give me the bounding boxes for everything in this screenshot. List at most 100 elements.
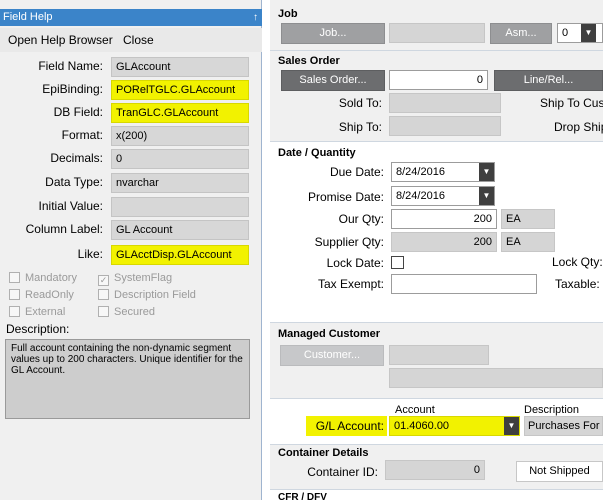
our-qty-field[interactable]: 200 [391, 209, 497, 229]
due-date-value: 8/24/2016 [396, 166, 445, 178]
due-date-label: Due Date: [329, 165, 384, 179]
field-name-label: Field Name: [38, 59, 103, 73]
sold-to-field[interactable] [389, 93, 501, 113]
supplier-qty-field: 200 [391, 232, 497, 252]
mandatory-checkbox[interactable]: Mandatory [9, 272, 77, 286]
container-id-field: 0 [385, 460, 485, 480]
due-date-field[interactable]: 8/24/2016 ▼ [391, 162, 495, 182]
external-label: External [25, 306, 66, 318]
mandatory-label: Mandatory [25, 272, 77, 284]
field-help-menu: Open Help Browser Close [0, 28, 262, 52]
format-label: Format: [61, 128, 103, 142]
column-label-label: Column Label: [25, 222, 103, 236]
job-section-title: Job [278, 8, 298, 20]
secured-checkbox[interactable]: Secured [98, 306, 155, 320]
lock-date-label: Lock Date: [326, 256, 384, 270]
taxable-label: Taxable: [555, 277, 600, 291]
open-help-browser-button[interactable]: Open Help Browser [8, 28, 113, 52]
gl-description-field: Purchases For J [524, 416, 603, 436]
field-help-titlebar: Field Help ↑ [0, 9, 262, 26]
chevron-down-icon[interactable]: ▼ [479, 187, 494, 205]
container-details-section-title: Container Details [278, 447, 369, 459]
decimals-row: Decimals: 0 [0, 149, 262, 169]
read-only-checkbox-box [9, 289, 20, 300]
line-rel-button[interactable]: Line/Rel... [494, 70, 603, 91]
next-section-title: CFR / DFV [278, 492, 327, 503]
tax-exempt-label: Tax Exempt: [317, 277, 384, 291]
section-divider [270, 141, 603, 142]
sales-order-field[interactable]: 0 [389, 70, 488, 90]
drop-ship-label: Drop Ship [554, 120, 603, 134]
description-field-checkbox-box [98, 289, 109, 300]
chevron-down-icon[interactable]: ▼ [581, 24, 596, 42]
customer-name-field [389, 368, 603, 388]
epibinding-value: PORelTGLC.GLAccount [111, 80, 249, 100]
read-only-label: ReadOnly [25, 289, 74, 301]
data-type-value: nvarchar [111, 173, 249, 193]
supplier-qty-label: Supplier Qty: [314, 235, 384, 249]
customer-button[interactable]: Customer... [280, 345, 384, 366]
section-divider [270, 398, 603, 399]
job-number-field[interactable] [389, 23, 485, 43]
data-type-row: Data Type: nvarchar [0, 173, 262, 193]
chevron-down-icon[interactable]: ▼ [479, 163, 494, 181]
system-flag-checkbox[interactable]: ✓ SystemFlag [98, 272, 172, 286]
gl-account-value: 01.4060.00 [394, 420, 450, 432]
secured-label: Secured [114, 306, 155, 318]
initial-value-row: Initial Value: [0, 197, 262, 217]
column-label-row: Column Label: GL Account [0, 220, 262, 240]
db-field-value: TranGLC.GLAccount [111, 103, 249, 123]
promise-date-label: Promise Date: [307, 190, 384, 204]
promise-date-field[interactable]: 8/24/2016 ▼ [391, 186, 495, 206]
lock-qty-label: Lock Qty: [552, 255, 603, 269]
gl-account-label: G/L Account: [306, 416, 387, 436]
external-checkbox-box [9, 306, 20, 317]
account-column-header: Account [395, 404, 435, 416]
asm-button[interactable]: Asm... [490, 23, 552, 44]
ship-to-field[interactable] [389, 116, 501, 136]
asm-select[interactable]: 0 ▼ [557, 23, 603, 43]
lock-date-checkbox[interactable] [391, 256, 404, 269]
ship-to-customer-label: Ship To Cus [540, 96, 603, 110]
initial-value-label: Initial Value: [38, 199, 103, 213]
check-mark-icon: ✓ [98, 275, 109, 286]
epibinding-label: EpiBinding: [42, 82, 103, 96]
chevron-down-icon[interactable]: ▼ [504, 417, 519, 435]
job-button[interactable]: Job... [281, 23, 385, 44]
field-help-panel: Field Help ↑ Open Help Browser Close Fie… [0, 0, 262, 500]
field-help-title: Field Help [3, 11, 53, 23]
db-field-label: DB Field: [53, 105, 103, 119]
container-id-label: Container ID: [307, 465, 378, 479]
format-value: x(200) [111, 126, 249, 146]
external-checkbox[interactable]: External [9, 306, 65, 320]
purchase-order-form: Job Job... Asm... 0 ▼ Sales Order Sales … [270, 0, 603, 503]
pin-icon[interactable]: ↑ [253, 9, 258, 26]
format-row: Format: x(200) [0, 126, 262, 146]
description-field-checkbox[interactable]: Description Field [98, 289, 196, 303]
managed-customer-section-title: Managed Customer [278, 328, 381, 340]
initial-value-value [111, 197, 249, 217]
column-label-value: GL Account [111, 220, 249, 240]
data-type-label: Data Type: [45, 175, 103, 189]
section-divider [270, 489, 603, 490]
epibinding-row: EpiBinding: PORelTGLC.GLAccount [0, 80, 262, 100]
like-label: Like: [77, 247, 103, 261]
like-row: Like: GLAcctDisp.GLAccount [0, 245, 262, 265]
sold-to-label: Sold To: [338, 96, 382, 110]
decimals-value: 0 [111, 149, 249, 169]
tax-exempt-field[interactable] [391, 274, 537, 294]
customer-id-field[interactable] [389, 345, 489, 365]
not-shipped-button[interactable]: Not Shipped [516, 461, 603, 482]
sales-order-button[interactable]: Sales Order... [281, 70, 385, 91]
close-button[interactable]: Close [123, 28, 154, 52]
field-name-value: GLAccount [111, 57, 249, 77]
description-column-header: Description [524, 404, 580, 416]
field-name-row: Field Name: GLAccount [0, 57, 262, 77]
promise-date-value: 8/24/2016 [396, 190, 445, 202]
read-only-checkbox[interactable]: ReadOnly [9, 289, 74, 303]
like-value: GLAcctDisp.GLAccount [111, 245, 249, 265]
secured-checkbox-box [98, 306, 109, 317]
gl-account-field[interactable]: 01.4060.00 ▼ [389, 416, 520, 436]
supplier-uom-field: EA [501, 232, 555, 252]
decimals-label: Decimals: [50, 151, 103, 165]
